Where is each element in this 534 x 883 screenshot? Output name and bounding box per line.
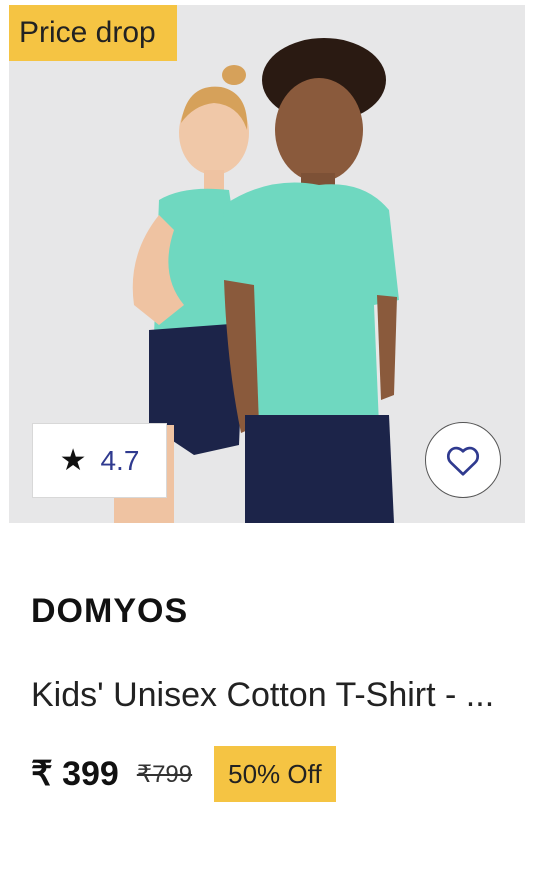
price-row: ₹ 399 ₹799 50% Off	[31, 746, 336, 802]
discount-badge: 50% Off	[214, 746, 336, 802]
wishlist-button[interactable]	[425, 422, 501, 498]
original-price: ₹799	[136, 760, 193, 788]
price-drop-badge: Price drop	[9, 5, 177, 61]
product-card[interactable]: Price drop ★ 4.7 DOMYOS Kids' Unisex Cot…	[0, 0, 534, 883]
rating-value: 4.7	[100, 444, 140, 476]
brand-name: DOMYOS	[31, 592, 189, 630]
rating-badge: ★ 4.7	[32, 423, 167, 498]
star-icon: ★	[59, 443, 87, 477]
heart-icon	[446, 446, 480, 476]
selling-price: ₹ 399	[31, 755, 119, 793]
product-title[interactable]: Kids' Unisex Cotton T-Shirt - ...	[31, 676, 494, 715]
